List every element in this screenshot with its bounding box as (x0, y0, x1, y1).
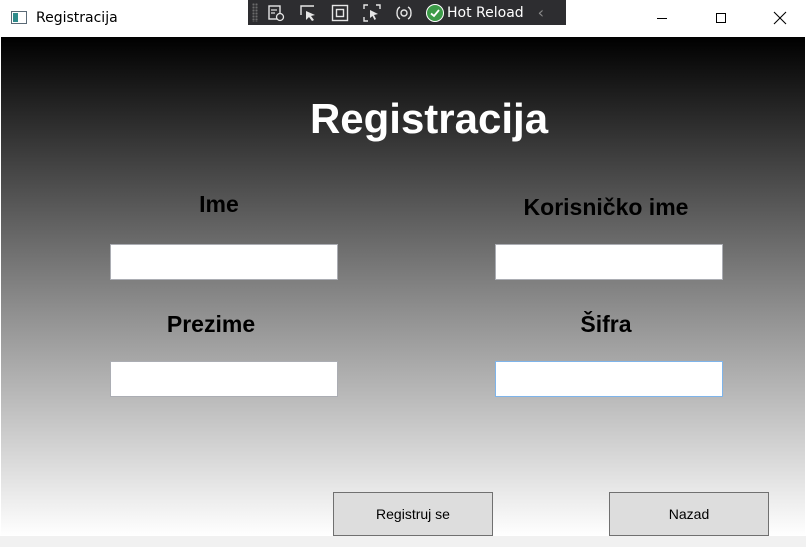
first-name-input[interactable] (110, 244, 338, 280)
password-input[interactable] (495, 361, 723, 397)
window-bottom-border (0, 536, 806, 547)
username-input[interactable] (495, 244, 723, 280)
window-titlebar: Registracija Hot Reload ‹ (0, 0, 806, 37)
track-focus-icon[interactable] (360, 2, 384, 24)
debug-toolbar: Hot Reload ‹ (248, 0, 566, 25)
toolbar-grip[interactable] (252, 3, 258, 22)
display-layout-icon[interactable] (328, 2, 352, 24)
maximize-button[interactable] (692, 0, 750, 36)
close-button[interactable] (751, 0, 806, 36)
back-button[interactable]: Nazad (609, 492, 769, 536)
minimize-icon (657, 18, 667, 19)
window-title: Registracija (36, 10, 118, 26)
registration-form: Registracija Ime Korisničko ime Prezime … (1, 37, 805, 536)
last-name-input[interactable] (110, 361, 338, 397)
page-title: Registracija (309, 95, 549, 142)
select-element-icon[interactable] (264, 2, 288, 24)
select-cursor-icon[interactable] (296, 2, 320, 24)
binding-icon[interactable] (392, 2, 416, 24)
first-name-label: Ime (199, 191, 239, 217)
last-name-label: Prezime (166, 311, 256, 337)
app-window-icon (11, 11, 27, 24)
hot-reload-label: Hot Reload (447, 4, 524, 21)
hot-reload-button[interactable]: Hot Reload (426, 2, 524, 24)
minimize-button[interactable] (633, 0, 691, 36)
username-label: Korisničko ime (523, 194, 689, 220)
password-label: Šifra (580, 311, 632, 337)
check-circle-icon (426, 3, 444, 22)
register-button[interactable]: Registruj se (333, 492, 493, 536)
maximize-icon (716, 13, 726, 23)
close-icon (773, 11, 787, 25)
chevron-left-icon[interactable]: ‹ (538, 3, 544, 22)
